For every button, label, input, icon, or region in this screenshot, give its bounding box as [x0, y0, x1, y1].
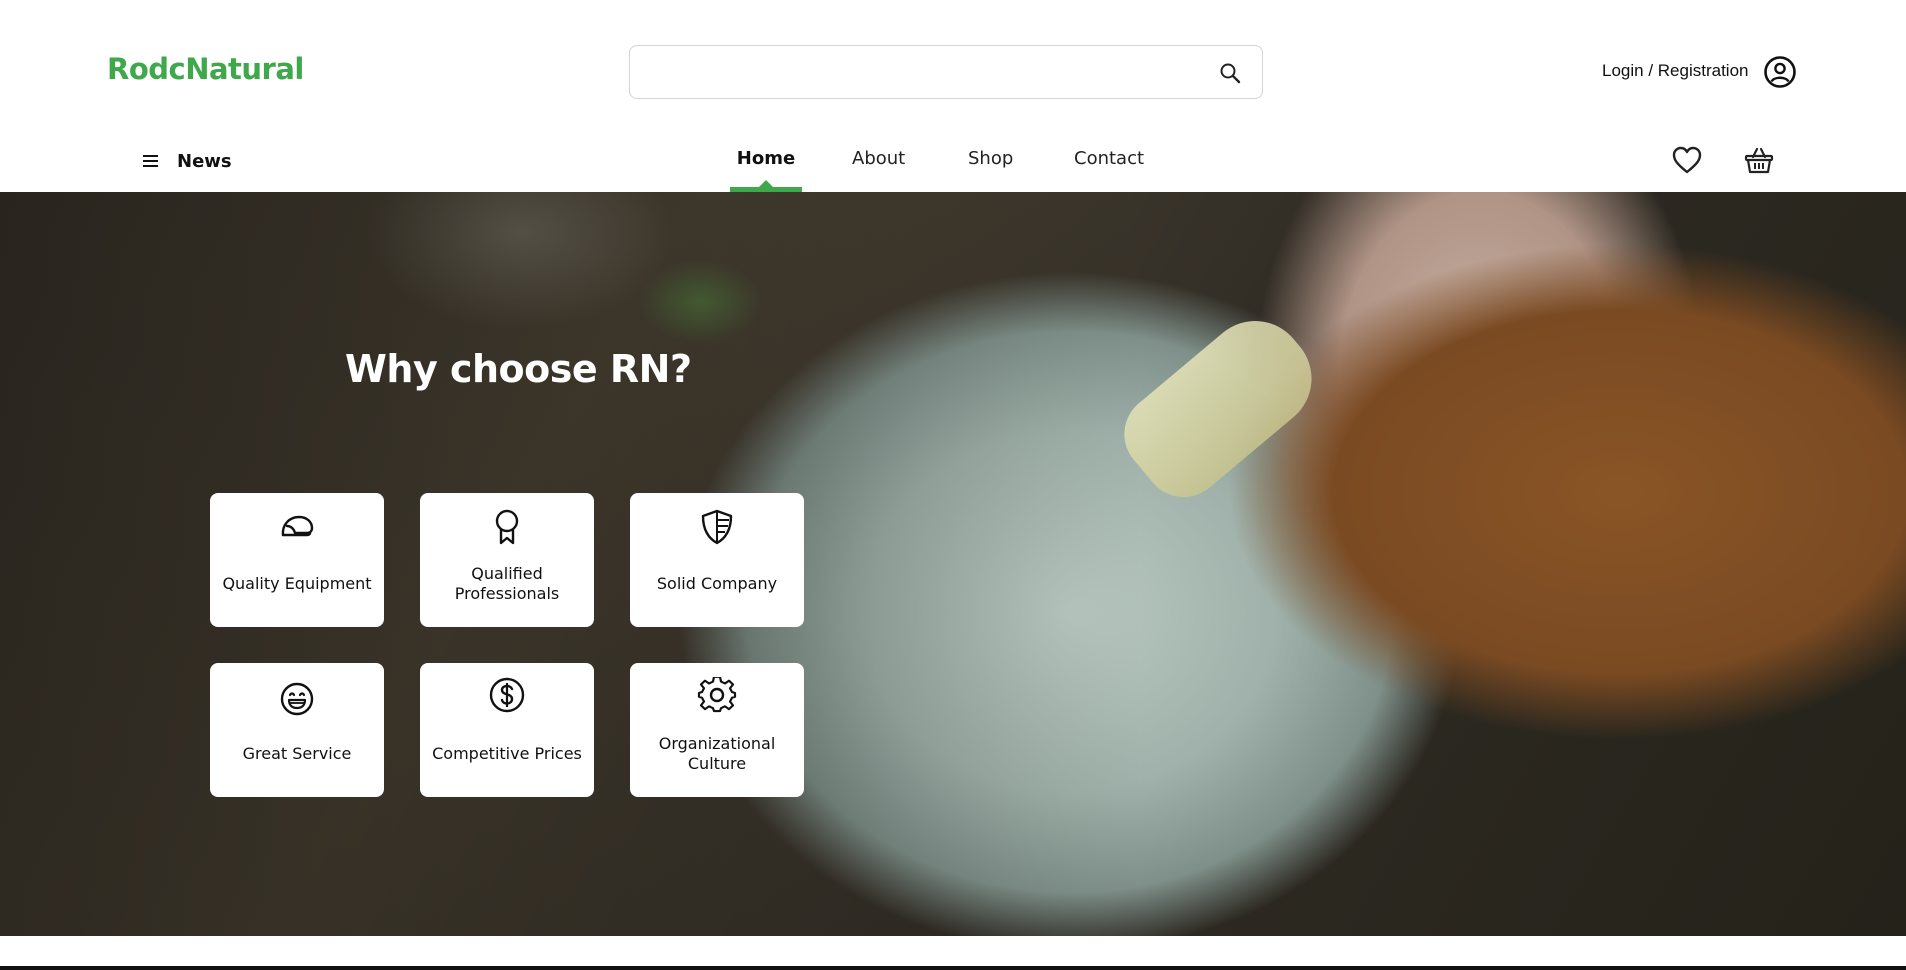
- login-registration-link[interactable]: Login / Registration: [1602, 61, 1748, 81]
- news-label: News: [177, 150, 232, 172]
- nav-item-about[interactable]: About: [852, 148, 905, 192]
- nav-item-contact[interactable]: Contact: [1074, 148, 1144, 192]
- gear-icon: [697, 677, 737, 713]
- nav-item-shop[interactable]: Shop: [968, 148, 1013, 192]
- nav-item-home[interactable]: Home: [730, 148, 802, 192]
- feature-card-qualified-professionals: Qualified Professionals: [420, 493, 594, 627]
- shield-icon: [701, 509, 733, 545]
- footer-divider: [0, 966, 1906, 970]
- wishlist-heart-icon[interactable]: [1671, 145, 1703, 175]
- feature-card-label: Great Service: [242, 744, 352, 763]
- helmet-icon: [281, 515, 314, 537]
- feature-card-label: Solid Company: [656, 574, 778, 593]
- feature-card-label: Organizational Culture: [658, 734, 776, 773]
- search-input[interactable]: [644, 56, 1204, 90]
- feature-card-label: Competitive Prices: [432, 744, 582, 763]
- dollar-coin-icon: [489, 677, 525, 713]
- award-ribbon-icon: [495, 509, 519, 545]
- feature-card-label: Qualified Professionals: [454, 564, 560, 603]
- feature-card-solid-company: Solid Company: [630, 493, 804, 627]
- feature-card-competitive-prices: Competitive Prices: [420, 663, 594, 797]
- feature-card-organizational-culture: Organizational Culture: [630, 663, 804, 797]
- smiley-icon: [280, 682, 314, 716]
- shopping-basket-icon[interactable]: [1743, 145, 1775, 175]
- search-bar[interactable]: [629, 45, 1263, 99]
- brand-logo[interactable]: RodcNatural: [107, 52, 304, 86]
- search-icon[interactable]: [1218, 61, 1242, 85]
- site-header: RodcNatural Login / Registration News Ho…: [0, 0, 1906, 192]
- hamburger-menu-icon: [143, 155, 158, 167]
- feature-card-quality-equipment: Quality Equipment: [210, 493, 384, 627]
- feature-card-label: Quality Equipment: [222, 574, 372, 593]
- news-menu-button[interactable]: News: [141, 148, 232, 174]
- user-account-icon[interactable]: [1763, 55, 1797, 89]
- nav-item-label: Home: [736, 148, 796, 169]
- hero-section: Why choose RN? Quality Equipment Qualifi…: [0, 192, 1906, 936]
- hero-title: Why choose RN?: [345, 347, 692, 391]
- feature-card-great-service: Great Service: [210, 663, 384, 797]
